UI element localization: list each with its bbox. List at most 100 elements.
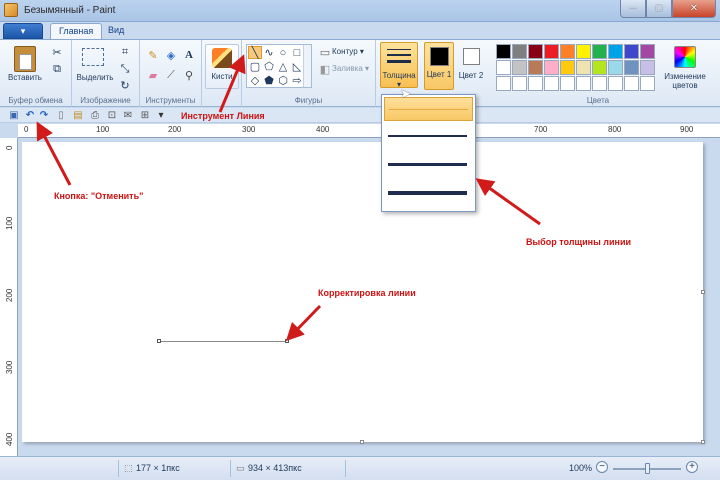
save-icon[interactable]: ▣ (8, 109, 20, 121)
paint-menu-button[interactable]: ▾ (3, 23, 43, 39)
color-swatch[interactable] (624, 60, 639, 75)
redo-icon[interactable]: ↷ (38, 109, 50, 121)
color-swatch[interactable] (560, 60, 575, 75)
tab-home[interactable]: Главная (50, 23, 103, 39)
fill-bucket-icon[interactable]: ◧ (318, 62, 332, 76)
zoom-slider-thumb[interactable] (645, 463, 650, 474)
color-swatch[interactable] (640, 76, 655, 91)
canvas-resize-handle-right[interactable] (701, 290, 705, 294)
shape-diamond-icon[interactable]: ◇ (248, 74, 262, 87)
color-swatch[interactable] (496, 76, 511, 91)
eraser-icon[interactable]: ▰ (146, 68, 160, 82)
fill-icon[interactable]: ◈ (164, 48, 178, 62)
color-swatch[interactable] (512, 60, 527, 75)
color-swatch[interactable] (576, 44, 591, 59)
color-swatch[interactable] (528, 60, 543, 75)
undo-icon[interactable]: ↶ (24, 109, 36, 121)
color1-button[interactable]: Цвет 1 (424, 42, 454, 90)
outline-icon[interactable]: ▭ (318, 45, 332, 59)
zoom-in-button[interactable]: + (686, 461, 698, 473)
thickness-chevron-icon: ▾ (396, 80, 401, 89)
open-icon[interactable]: ▤ (72, 109, 84, 121)
shape-right-triangle-icon[interactable]: ◺ (290, 60, 304, 73)
new-icon[interactable]: ▯ (55, 109, 67, 121)
shape-rounded-rect-icon[interactable]: ▢ (248, 60, 262, 73)
line-end-handle[interactable] (285, 339, 289, 343)
email-icon[interactable]: ✉ (122, 109, 134, 121)
close-button[interactable]: ✕ (672, 0, 716, 18)
resize-icon[interactable]: ⤡ (118, 62, 132, 76)
thickness-option-1px[interactable] (384, 97, 473, 121)
color-swatch[interactable] (528, 76, 543, 91)
select-button[interactable]: Выделить (74, 73, 116, 82)
thickness-option-5px[interactable] (384, 151, 473, 175)
color-swatch[interactable] (624, 44, 639, 59)
color-swatch[interactable] (560, 44, 575, 59)
crop-icon[interactable]: ⌗ (118, 45, 132, 59)
shape-hexagon-icon[interactable]: ⬡ (276, 74, 290, 87)
color-swatch[interactable] (544, 60, 559, 75)
magnifier-icon[interactable]: ⚲ (182, 68, 196, 82)
desktop-background-icon[interactable]: ⊞ (139, 109, 151, 121)
color-picker-icon[interactable]: ⟋ (164, 68, 178, 82)
shape-rect-icon[interactable]: □ (290, 46, 304, 59)
canvas-resize-handle-corner[interactable] (701, 440, 705, 444)
color-swatch[interactable] (640, 44, 655, 59)
color2-button[interactable] (463, 48, 480, 65)
text-icon[interactable]: A (182, 48, 196, 62)
shape-oval-icon[interactable]: ○ (276, 46, 290, 59)
color-swatch[interactable] (624, 76, 639, 91)
color-swatch[interactable] (608, 44, 623, 59)
line-start-handle[interactable] (157, 339, 161, 343)
color-swatch[interactable] (496, 44, 511, 59)
color-swatch[interactable] (640, 60, 655, 75)
canvas-resize-handle-bottom[interactable] (360, 440, 364, 444)
color-swatch[interactable] (544, 76, 559, 91)
color-swatch[interactable] (608, 76, 623, 91)
shape-curve-icon[interactable]: ∿ (262, 46, 276, 59)
outline-button[interactable]: Контур ▾ (332, 47, 364, 56)
drawn-line[interactable] (159, 341, 287, 342)
color-swatch[interactable] (576, 76, 591, 91)
tab-view[interactable]: Вид (100, 23, 132, 39)
select-icon[interactable] (82, 48, 104, 66)
thickness-option-8px[interactable] (384, 179, 473, 203)
color-swatch[interactable] (608, 60, 623, 75)
zoom-out-button[interactable]: − (596, 461, 608, 473)
thickness-button[interactable]: Толщина ▾ (380, 42, 418, 89)
edit-colors-icon[interactable] (674, 46, 696, 68)
pencil-icon[interactable]: ✎ (146, 48, 160, 62)
minimize-button[interactable]: ─ (620, 0, 646, 18)
shape-pentagon-icon[interactable]: ⬟ (262, 74, 276, 87)
shape-triangle-icon[interactable]: △ (276, 60, 290, 73)
shape-line-tool[interactable]: ╲ (248, 46, 262, 59)
shape-arrow-icon[interactable]: ⇨ (290, 74, 304, 87)
shapes-gallery: ╲ ∿ ○ □ ▢ ⬠ △ ◺ ◇ ⬟ ⬡ ⇨ (246, 44, 312, 88)
cut-icon[interactable]: ✂ (50, 45, 64, 59)
color-swatch[interactable] (592, 44, 607, 59)
color-swatch[interactable] (496, 60, 511, 75)
customize-qat-icon[interactable]: ▾ (155, 109, 167, 121)
shape-polygon-icon[interactable]: ⬠ (262, 60, 276, 73)
color-swatch[interactable] (560, 76, 575, 91)
copy-icon[interactable]: ⧉ (50, 62, 64, 76)
thickness-option-3px[interactable] (384, 123, 473, 147)
maximize-button[interactable]: □ (646, 0, 672, 18)
paste-icon[interactable] (14, 46, 36, 72)
color-swatch[interactable] (528, 44, 543, 59)
paint-app-icon[interactable] (4, 3, 18, 17)
print-preview-icon[interactable]: ⊡ (106, 109, 118, 121)
color-swatch[interactable] (512, 44, 527, 59)
print-icon[interactable]: ⎙ (89, 109, 101, 121)
shapes-gallery-scrollbar[interactable] (303, 45, 311, 87)
brushes-button[interactable]: Кисти (205, 44, 239, 89)
color-swatch[interactable] (544, 44, 559, 59)
color-swatch[interactable] (592, 76, 607, 91)
color-swatch[interactable] (576, 60, 591, 75)
rotate-icon[interactable]: ↻ (118, 78, 132, 92)
color-swatch[interactable] (592, 60, 607, 75)
paste-button[interactable]: Вставить (4, 73, 46, 82)
color-swatch[interactable] (512, 76, 527, 91)
fill-button[interactable]: Заливка ▾ (332, 64, 369, 73)
edit-colors-button[interactable]: Изменение цветов (658, 72, 712, 90)
